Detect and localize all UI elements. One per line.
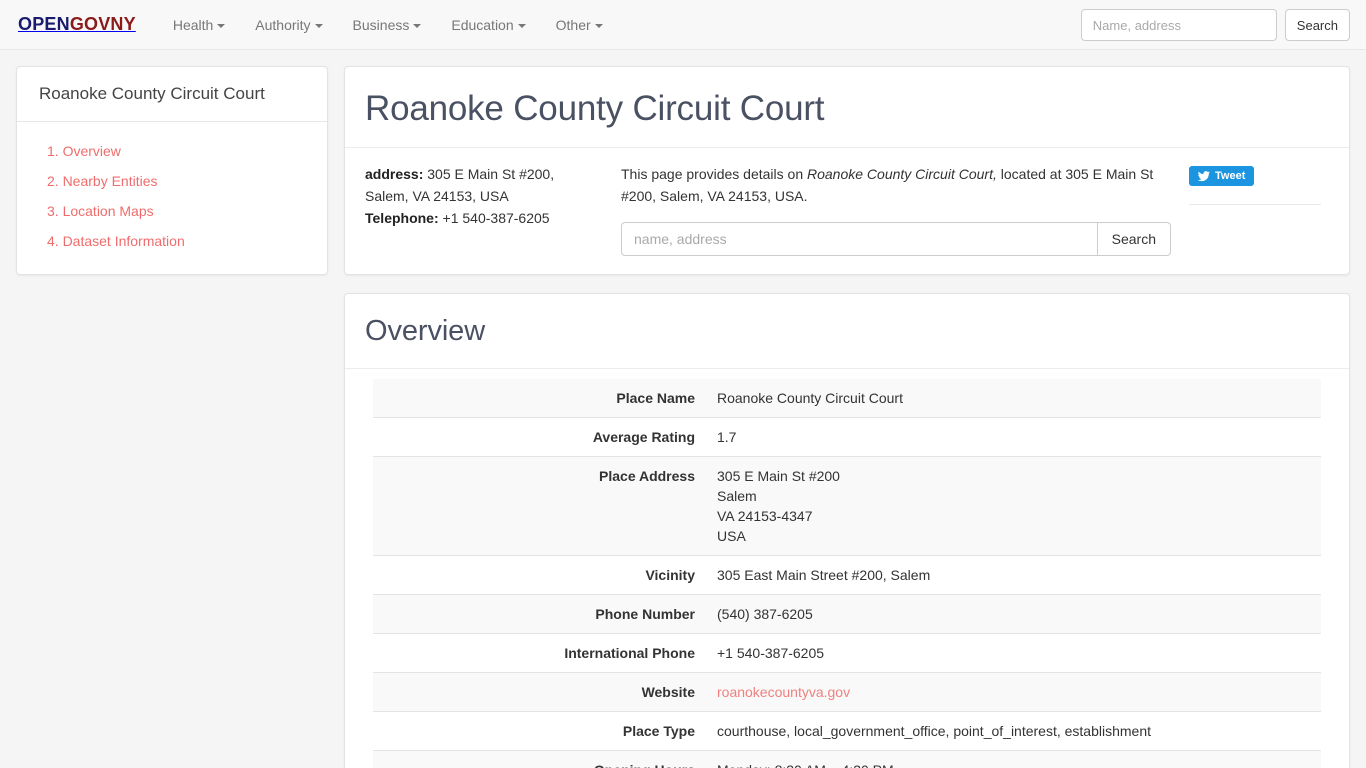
table-row: Phone Number (540) 387-6205: [373, 594, 1321, 634]
chevron-down-icon: [217, 23, 226, 28]
overview-panel: Overview Place Name Roanoke County Circui…: [344, 292, 1350, 768]
sidebar-panel: Roanoke County Circuit Court 1. Overview…: [16, 66, 328, 276]
table-value-line: USA: [717, 527, 746, 544]
nav-item-business[interactable]: Business: [338, 8, 437, 42]
navbar-search-form: Search: [1080, 9, 1350, 41]
table-value-line: Monday: 8:30 AM – 4:30 PM: [717, 760, 1313, 768]
twitter-bird-icon: [1197, 170, 1210, 182]
page-title-wrap: Roanoke County Circuit Court: [345, 67, 1349, 147]
inline-search-form: Search: [621, 221, 1171, 256]
page-description: This page provides details on Roanoke Co…: [621, 164, 1171, 207]
social-divider: [1189, 204, 1321, 206]
table-row-key: Opening Hours: [373, 750, 709, 768]
table-row-value: 305 E Main St #200 Salem VA 24153-4347 USA: [709, 456, 1321, 555]
overview-table: Place Name Roanoke County Circuit Court Av…: [373, 378, 1321, 768]
table-row-value: courthouse, local_government_office, poi…: [717, 722, 1152, 739]
table-row-key: Vicinity: [645, 566, 695, 583]
tweet-button-label: Tweet: [1215, 169, 1246, 182]
table-value-line: 305 E Main St #200: [717, 467, 840, 484]
table-row-value: Roanoke County Circuit Court: [717, 389, 903, 406]
page-title: Roanoke County Circuit Court: [365, 89, 825, 128]
sidebar-item-nearby-entities[interactable]: 2. Nearby Entities: [39, 166, 305, 196]
tweet-button[interactable]: Tweet: [1189, 166, 1255, 187]
table-row-key: International Phone: [564, 644, 695, 661]
nav-item-business-label: Business: [352, 16, 410, 33]
description-and-search: This page provides details on Roanoke Co…: [621, 164, 1171, 256]
telephone-label: Telephone:: [365, 209, 439, 226]
table-row: Website roanokecountyva.gov: [373, 672, 1321, 712]
sidebar-header: Roanoke County Circuit Court: [17, 67, 327, 123]
table-row-key: Average Rating: [592, 428, 695, 445]
sidebar-item-dataset-information[interactable]: 4. Dataset Information: [39, 226, 305, 256]
detail-panel: Roanoke County Circuit Court address: 30…: [344, 66, 1350, 275]
logo-text-open: OPEN: [18, 14, 70, 34]
nav-item-authority[interactable]: Authority: [240, 8, 337, 42]
chevron-down-icon: [413, 23, 422, 28]
table-row-key: Phone Number: [595, 605, 695, 622]
chevron-down-icon: [314, 23, 323, 28]
sidebar-title: Roanoke County Circuit Court: [39, 84, 265, 103]
navbar-search-input[interactable]: [1080, 9, 1277, 41]
address-value-line2: Salem, VA 24153, USA: [365, 188, 509, 205]
table-row: Opening HoursMonday: 8:30 AM – 4:30 PMTu…: [373, 750, 1321, 768]
description-prefix: This page provides details on: [621, 166, 807, 183]
table-value-line: Salem: [717, 487, 757, 504]
address-line: address: 305 E Main St #200,: [365, 164, 603, 186]
table-row: Average Rating 1.7: [373, 417, 1321, 457]
telephone-value: +1 540-387-6205: [438, 209, 550, 226]
table-row-value[interactable]: roanokecountyva.gov: [709, 672, 1321, 711]
overview-table-wrap: Place Name Roanoke County Circuit Court Av…: [345, 367, 1349, 768]
address-label: address:: [365, 166, 424, 183]
logo-text-govny: GOVNY: [69, 14, 136, 34]
table-row-value: +1 540-387-6205: [717, 644, 825, 661]
address-value-line1: 305 E Main St #200,: [423, 166, 555, 183]
main-column: Roanoke County Circuit Court address: 30…: [344, 66, 1350, 768]
nav-item-education[interactable]: Education: [436, 8, 540, 42]
detail-body: address: 305 E Main St #200, Salem, VA 2…: [345, 147, 1349, 273]
nav-item-authority-label: Authority: [255, 16, 311, 33]
telephone-line: Telephone: +1 540-387-6205: [365, 208, 603, 230]
table-row-value: Monday: 8:30 AM – 4:30 PMTuesday: 8:30 A…: [709, 750, 1321, 768]
overview-title: Overview: [365, 314, 486, 347]
site-logo[interactable]: OPENGOVNY: [16, 14, 136, 35]
address-block: address: 305 E Main St #200, Salem, VA 2…: [365, 164, 603, 255]
top-navbar: OPENGOVNY Health Authority Business Educ…: [0, 0, 1366, 50]
table-row: Place Name Roanoke County Circuit Court: [373, 378, 1321, 418]
chevron-down-icon: [594, 23, 603, 28]
navbar-search-button[interactable]: Search: [1284, 9, 1350, 41]
table-row: International Phone +1 540-387-6205: [373, 633, 1321, 673]
table-value-line: VA 24153-4347: [717, 507, 813, 524]
inline-search-button[interactable]: Search: [1097, 221, 1171, 256]
nav-item-health[interactable]: Health: [158, 8, 240, 42]
table-row-key: Place Type: [622, 722, 695, 739]
nav-item-health-label: Health: [172, 16, 214, 33]
sidebar-column: Roanoke County Circuit Court 1. Overview…: [16, 66, 328, 293]
table-row: Place Type courthouse, local_government_o…: [373, 711, 1321, 751]
table-row: Place Address 305 E Main St #200 Salem VA 2…: [373, 456, 1321, 556]
nav-item-other-label: Other: [555, 16, 591, 33]
sidebar-item-overview[interactable]: 1. Overview: [39, 136, 305, 166]
table-row-key: Place Name: [616, 389, 695, 406]
table-row: Vicinity 305 East Main Street #200, Salem: [373, 555, 1321, 595]
table-row-key: Place Address: [599, 467, 695, 484]
chevron-down-icon: [517, 23, 526, 28]
table-of-contents: 1. Overview 2. Nearby Entities 3. Locati…: [17, 122, 327, 274]
sidebar-item-location-maps[interactable]: 3. Location Maps: [39, 196, 305, 226]
table-row-value: 305 East Main Street #200, Salem: [717, 566, 931, 583]
description-place-name: Roanoke County Circuit Court,: [807, 166, 997, 183]
table-row-key: Website: [641, 683, 695, 700]
overview-header: Overview: [345, 294, 1349, 368]
table-row-value: (540) 387-6205: [717, 605, 813, 622]
table-row-value: 1.7: [717, 428, 737, 445]
website-link[interactable]: roanokecountyva.gov: [717, 684, 850, 700]
page-container: Roanoke County Circuit Court 1. Overview…: [0, 50, 1366, 768]
nav-item-education-label: Education: [451, 16, 514, 33]
social-share-block: Tweet: [1189, 164, 1329, 255]
nav-menu: Health Authority Business Education Othe…: [158, 8, 618, 42]
inline-search-input[interactable]: [621, 221, 1098, 256]
nav-item-other[interactable]: Other: [541, 8, 618, 42]
